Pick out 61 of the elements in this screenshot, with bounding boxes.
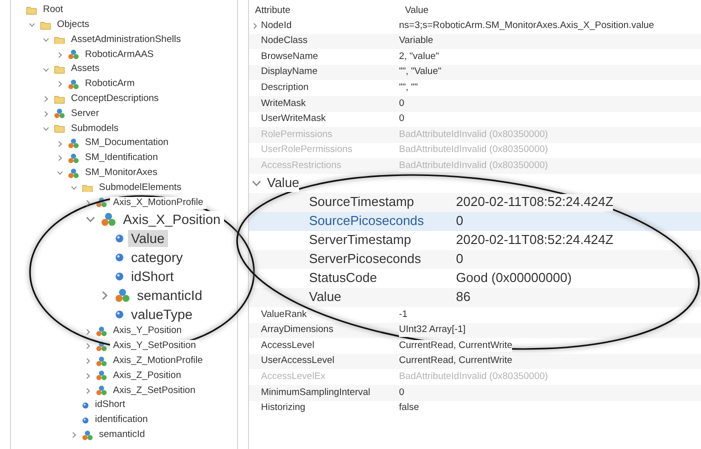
attribute-value: BadAttributeIdInvalid (0x80350000) (399, 128, 548, 142)
tree-item[interactable]: Value (128, 230, 168, 248)
chevron-down-icon[interactable] (43, 66, 49, 73)
chevron-down-icon[interactable] (43, 36, 49, 43)
object-icon (82, 430, 93, 441)
attribute-value: 2020-02-11T08:52:24.424Z (456, 194, 614, 211)
object-icon (115, 288, 130, 304)
chevron-down-icon[interactable] (43, 126, 49, 132)
object-icon (68, 152, 79, 164)
object-icon (96, 197, 107, 208)
tree-item[interactable]: Axis_X_MotionProfile (110, 196, 206, 209)
attribute-name: Value (267, 174, 300, 192)
attribute-value: Good (0x00000000) (456, 270, 572, 287)
attribute-value: UInt32 Array[-1] (399, 324, 466, 336)
attribute-name: MinimumSamplingInterval (261, 386, 370, 399)
object-icon (68, 168, 79, 179)
chevron-down-icon[interactable] (29, 22, 35, 28)
attribute-value: 2, "value" (399, 50, 440, 64)
object-icon (101, 212, 116, 228)
object-icon (96, 385, 107, 396)
chevron-right-icon[interactable] (85, 200, 91, 206)
column-header[interactable]: Attribute (249, 5, 290, 16)
variable-icon (115, 253, 124, 262)
attribute-name: SourceTimestamp (309, 194, 414, 211)
object-icon (68, 138, 79, 150)
object-icon (96, 370, 107, 382)
tree-item[interactable]: Axis_Y_SetPosition (110, 340, 199, 353)
attribute-value: CurrentRead, CurrentWrite (399, 340, 512, 352)
attribute-name: Historizing (261, 402, 306, 414)
attribute-value: BadAttributeIdInvalid (0x80350000) (399, 144, 548, 157)
chevron-down-icon[interactable] (57, 170, 63, 176)
object-icon (96, 326, 107, 338)
folder-icon (54, 124, 65, 134)
tree-item[interactable]: SM_MonitorAxes (82, 166, 160, 180)
object-icon (68, 49, 79, 60)
folder-icon (26, 6, 37, 15)
object-icon (96, 356, 107, 367)
variable-icon (115, 234, 124, 244)
folder-icon (54, 36, 65, 44)
attribute-value: BadAttributeIdInvalid (0x80350000) (399, 160, 548, 172)
tree-item[interactable]: Axis_X_Position (120, 210, 224, 228)
folder-icon (40, 20, 51, 30)
object-icon (54, 108, 65, 120)
attribute-name: ArrayDimensions (261, 324, 334, 336)
folder-icon (82, 184, 93, 192)
object-icon (68, 78, 79, 90)
attribute-name: ServerTimestamp (309, 232, 412, 249)
attribute-name: DisplayName (261, 66, 318, 79)
column-header[interactable]: Value (399, 5, 429, 16)
attribute-value: BadAttributeIdInvalid (0x80350000) (399, 370, 548, 384)
chevron-down-icon[interactable] (252, 178, 261, 188)
variable-icon (115, 310, 124, 320)
chevron-down-icon[interactable] (71, 184, 77, 191)
attribute-value: ns=3;s=RoboticArm.SM_MonitorAxes.Axis_X_Position.value (399, 20, 654, 32)
attribute-value: "", "" (399, 82, 418, 94)
object-icon (96, 340, 107, 352)
attribute-name: Description (261, 82, 309, 94)
folder-icon (54, 65, 65, 74)
chevron-down-icon[interactable] (86, 215, 94, 224)
folder-icon (54, 94, 65, 104)
variable-icon (115, 272, 124, 282)
